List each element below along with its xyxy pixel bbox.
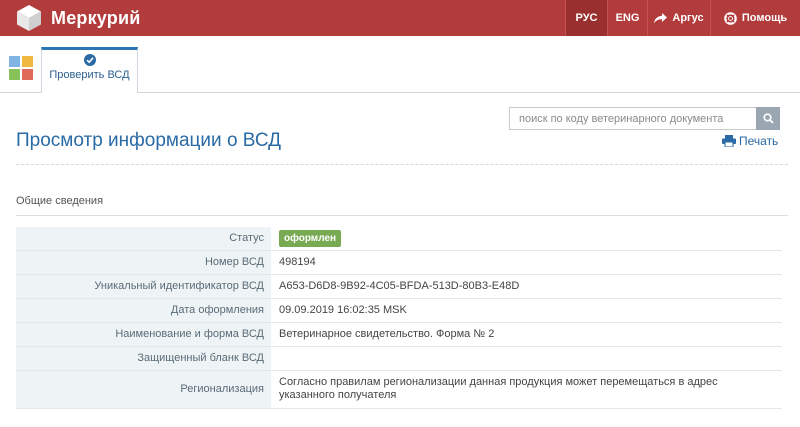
lang-en-label: ENG	[615, 12, 640, 24]
printer-icon	[722, 135, 736, 147]
search-input[interactable]	[509, 107, 756, 130]
section-title: Общие сведения	[16, 195, 104, 207]
brand-logo[interactable]: Меркурий	[16, 4, 141, 32]
detail-value: 09.09.2019 16:02:35 MSK	[271, 298, 782, 323]
tab-check-vsd[interactable]: Проверить ВСД	[41, 47, 138, 93]
app-name: Меркурий	[51, 7, 141, 28]
vsd-search	[509, 107, 780, 130]
search-button[interactable]	[756, 107, 780, 130]
help-link[interactable]: Помощь	[710, 0, 800, 36]
table-row: Статус оформлен	[16, 227, 782, 251]
top-navigation: РУС ENG Аргус Помощь	[565, 0, 800, 36]
section-divider	[16, 215, 788, 216]
detail-label: Защищенный бланк ВСД	[16, 346, 271, 371]
table-row: Наименование и форма ВСД Ветеринарное св…	[16, 322, 782, 347]
argus-link[interactable]: Аргус	[647, 0, 710, 36]
detail-label: Наименование и форма ВСД	[16, 322, 271, 347]
page-title: Просмотр информации о ВСД	[16, 130, 281, 151]
table-row: Уникальный идентификатор ВСД A653-D6D8-9…	[16, 274, 782, 299]
detail-label: Номер ВСД	[16, 250, 271, 275]
tab-label: Проверить ВСД	[49, 69, 130, 81]
help-label: Помощь	[741, 12, 788, 24]
title-divider	[16, 164, 788, 165]
detail-value: оформлен	[271, 227, 782, 251]
argus-label: Аргус	[672, 12, 704, 24]
detail-value: 498194	[271, 250, 782, 275]
tab-strip: Проверить ВСД	[0, 36, 800, 93]
table-row: Дата оформления 09.09.2019 16:02:35 MSK	[16, 298, 782, 323]
detail-label: Дата оформления	[16, 298, 271, 323]
cube-logo-icon	[17, 5, 41, 31]
print-button[interactable]: Печать	[722, 134, 778, 148]
detail-label: Уникальный идентификатор ВСД	[16, 274, 271, 299]
detail-value: Согласно правилам регионализации данная …	[271, 370, 782, 409]
search-icon	[762, 113, 774, 124]
table-row: Защищенный бланк ВСД	[16, 346, 782, 371]
status-badge: оформлен	[279, 229, 342, 247]
share-arrow-icon	[654, 12, 668, 23]
lang-ru-button[interactable]: РУС	[565, 0, 607, 36]
detail-value: Ветеринарное свидетельство. Форма № 2	[271, 322, 782, 347]
vsd-details-table: Статус оформлен Номер ВСД 498194 Уникаль…	[16, 227, 782, 409]
detail-label: Регионализация	[16, 370, 271, 409]
detail-value	[271, 346, 782, 371]
lang-en-button[interactable]: ENG	[607, 0, 647, 36]
lang-ru-label: РУС	[575, 12, 598, 24]
table-row: Номер ВСД 498194	[16, 250, 782, 275]
table-row: Регионализация Согласно правилам региона…	[16, 370, 782, 409]
top-header-bar: Меркурий РУС ENG Аргус Помощь	[0, 0, 800, 36]
lifebuoy-icon	[724, 11, 737, 25]
print-label: Печать	[739, 134, 779, 148]
app-grid-icon[interactable]	[9, 56, 34, 81]
check-circle-icon	[83, 54, 96, 66]
detail-value: A653-D6D8-9B92-4C05-BFDA-513D-80B3-E48D	[271, 274, 782, 299]
detail-label: Статус	[16, 227, 271, 251]
